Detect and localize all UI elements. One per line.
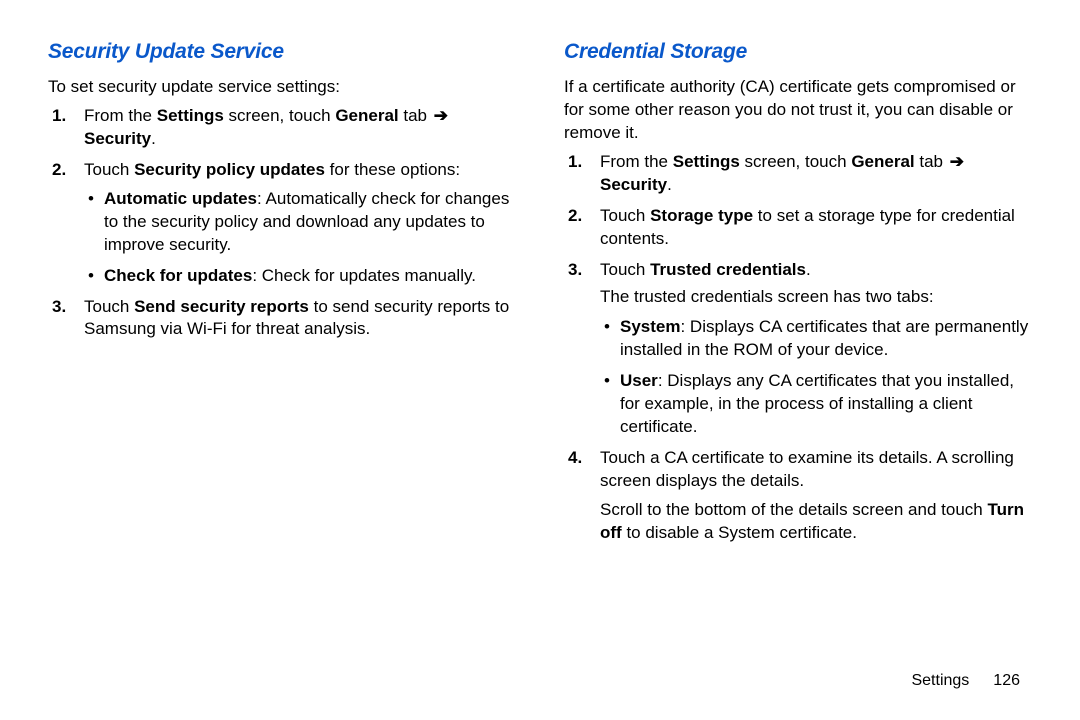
right-column: Credential Storage If a certificate auth… xyxy=(564,40,1032,553)
bullet-system: System: Displays CA certificates that ar… xyxy=(616,316,1032,362)
arrow-icon: ➔ xyxy=(950,152,964,171)
step-text: Touch Security policy updates for these … xyxy=(84,160,460,179)
bullets-left: Automatic updates: Automatically check f… xyxy=(84,188,516,288)
step-3-follow: The trusted credentials screen has two t… xyxy=(600,286,1032,309)
bullets-right: System: Displays CA certificates that ar… xyxy=(600,316,1032,439)
step-text: Touch a CA certificate to examine its de… xyxy=(600,448,1014,490)
step-3-right: 3. Touch Trusted credentials. The truste… xyxy=(588,259,1032,440)
heading-credential-storage: Credential Storage xyxy=(564,40,1032,64)
footer-page-number: 126 xyxy=(993,672,1020,689)
step-1-left: 1. From the Settings screen, touch Gener… xyxy=(72,105,516,151)
step-text: Touch Send security reports to send secu… xyxy=(84,297,509,339)
step-3-left: 3. Touch Send security reports to send s… xyxy=(72,296,516,342)
step-1-right: 1. From the Settings screen, touch Gener… xyxy=(588,151,1032,197)
step-4-right: 4. Touch a CA certificate to examine its… xyxy=(588,447,1032,545)
step-text: From the Settings screen, touch General … xyxy=(84,106,450,148)
step-4-follow: Scroll to the bottom of the details scre… xyxy=(600,499,1032,545)
intro-right: If a certificate authority (CA) certific… xyxy=(564,76,1032,145)
step-2-right: 2. Touch Storage type to set a storage t… xyxy=(588,205,1032,251)
bullet-user: User: Displays any CA certificates that … xyxy=(616,370,1032,439)
bullet-check-updates: Check for updates: Check for updates man… xyxy=(100,265,516,288)
left-column: Security Update Service To set security … xyxy=(48,40,516,553)
step-text: Touch Storage type to set a storage type… xyxy=(600,206,1015,248)
step-2-left: 2. Touch Security policy updates for the… xyxy=(72,159,516,288)
step-text: From the Settings screen, touch General … xyxy=(600,152,966,194)
bullet-auto-updates: Automatic updates: Automatically check f… xyxy=(100,188,516,257)
steps-right: 1. From the Settings screen, touch Gener… xyxy=(564,151,1032,545)
page-footer: Settings 126 xyxy=(911,672,1020,690)
arrow-icon: ➔ xyxy=(434,106,448,125)
step-text: Touch Trusted credentials. xyxy=(600,260,811,279)
footer-label: Settings xyxy=(911,672,969,689)
intro-left: To set security update service settings: xyxy=(48,76,516,99)
page-columns: Security Update Service To set security … xyxy=(48,40,1032,553)
steps-left: 1. From the Settings screen, touch Gener… xyxy=(48,105,516,341)
heading-security-update-service: Security Update Service xyxy=(48,40,516,64)
